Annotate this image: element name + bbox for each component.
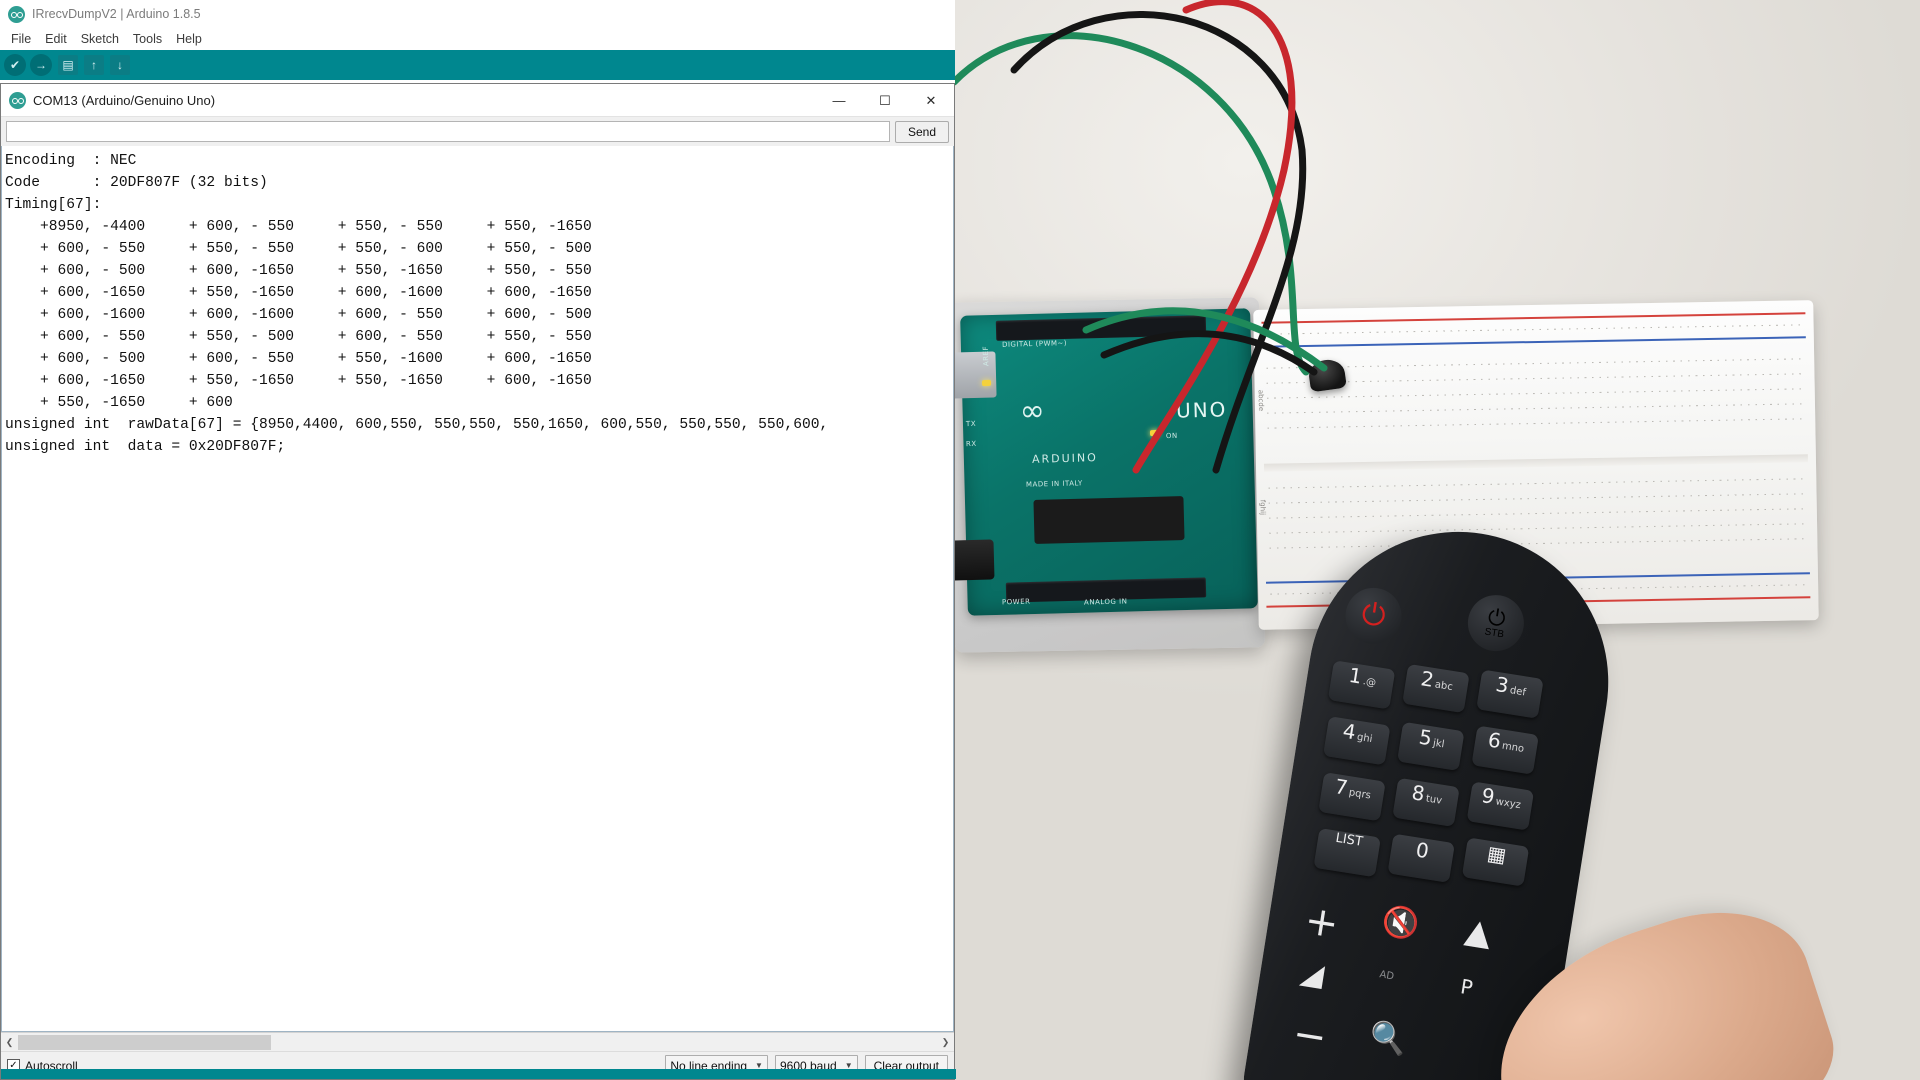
remote-key-8: 8 tuv <box>1392 777 1460 827</box>
digital-header-label: DIGITAL (PWM~) <box>1001 339 1068 349</box>
ide-titlebar: IRrecvDumpV2 | Arduino 1.8.5 <box>0 0 955 28</box>
tx-led <box>981 379 992 387</box>
menu-help[interactable]: Help <box>169 30 209 48</box>
search-icon: 🔍 <box>1367 1018 1410 1060</box>
remote-stb-button: ⏻ STB <box>1463 591 1528 656</box>
remote-key-9: 9 wxyz <box>1466 781 1535 831</box>
remote-key-7: 7 pqrs <box>1318 772 1386 822</box>
row-c <box>1266 388 1803 399</box>
arduino-logo-icon <box>8 5 25 23</box>
remote-key-1: 1 .@ <box>1327 660 1396 710</box>
serial-monitor-window: COM13 (Arduino/Genuino Uno) — ☐ ✕ Send E… <box>0 83 956 1080</box>
minimize-button[interactable]: — <box>816 84 862 117</box>
serial-send-input[interactable] <box>6 121 890 142</box>
new-sketch-button[interactable]: ▤ <box>58 55 78 75</box>
serial-monitor-title: COM13 (Arduino/Genuino Uno) <box>33 92 216 108</box>
rx-label: RX <box>965 439 977 449</box>
row-a <box>1266 358 1803 369</box>
remote-power-icon: ⏻ <box>1341 583 1406 648</box>
volume-slider-icon: ◢ <box>1298 955 1327 994</box>
remote-key-5: 5 jkl <box>1397 721 1465 772</box>
remote-key-0: 0 <box>1387 833 1455 883</box>
close-button[interactable]: ✕ <box>908 84 954 117</box>
analog-header-label: ANALOG IN <box>1083 597 1128 607</box>
scrollbar-track[interactable] <box>18 1033 937 1051</box>
verify-button[interactable]: ✔ <box>4 54 26 76</box>
chevron-left-icon[interactable]: ❮ <box>1 1034 18 1051</box>
remote-list-button: LIST <box>1313 828 1381 878</box>
menu-file[interactable]: File <box>4 30 38 48</box>
row-h <box>1268 508 1805 519</box>
made-in-label: MADE IN ITALY <box>1025 479 1083 489</box>
ide-window-title: IRrecvDumpV2 | Arduino 1.8.5 <box>32 7 201 21</box>
ad-label: AD <box>1378 969 1395 983</box>
chevron-right-icon[interactable]: ❯ <box>937 1034 954 1051</box>
row-b <box>1266 373 1803 384</box>
stb-power-icon: ⏻ <box>1486 603 1508 631</box>
board-model-label: UNO <box>1175 397 1228 423</box>
remote-key-3: 3 def <box>1476 669 1544 719</box>
row-i <box>1269 523 1806 534</box>
remote-key-6: 6 mno <box>1471 725 1539 775</box>
on-led <box>1149 429 1160 437</box>
row-e <box>1267 418 1804 429</box>
row-f <box>1268 478 1805 489</box>
breadboard-center-channel <box>1263 454 1808 472</box>
open-sketch-button[interactable]: ↑ <box>84 55 104 75</box>
window-controls: — ☐ ✕ <box>816 84 954 116</box>
rail-negative-top <box>1261 336 1806 348</box>
menu-tools[interactable]: Tools <box>126 30 169 48</box>
rail-positive-top <box>1261 312 1806 324</box>
maximize-button[interactable]: ☐ <box>862 84 908 117</box>
on-led-label: ON <box>1165 431 1178 441</box>
horizontal-scrollbar[interactable]: ❮ ❯ <box>1 1032 954 1051</box>
aref-label: AREF <box>981 345 991 367</box>
rail-holes-top <box>1265 324 1802 335</box>
menu-edit[interactable]: Edit <box>38 30 74 48</box>
upload-button[interactable]: → <box>30 54 52 76</box>
tx-label: TX <box>965 419 977 429</box>
usb-connector <box>954 351 997 399</box>
scrollbar-thumb[interactable] <box>18 1034 271 1050</box>
arduino-logo-icon <box>9 91 26 109</box>
volume-up-icon: + <box>1301 897 1342 948</box>
ide-toolbar: ✔ → ▤ ↑ ↓ <box>0 50 955 80</box>
row-g <box>1268 493 1805 504</box>
mute-icon: 🔇 <box>1379 903 1422 944</box>
ide-menubar: File Edit Sketch Tools Help <box>0 28 955 50</box>
atmega-chip <box>1033 496 1185 544</box>
send-button[interactable]: Send <box>895 120 949 143</box>
channel-up-icon: ▲ <box>1462 910 1495 954</box>
channel-label: P <box>1458 974 1475 1000</box>
breadboard-letters-top: abcde <box>1256 389 1266 412</box>
menu-sketch[interactable]: Sketch <box>74 30 126 48</box>
power-header-label: POWER <box>1001 597 1031 607</box>
breadboard-letters-bottom: fghij <box>1258 499 1267 516</box>
serial-monitor-titlebar[interactable]: COM13 (Arduino/Genuino Uno) — ☐ ✕ <box>1 84 954 117</box>
power-jack <box>954 539 995 581</box>
remote-guide-button: ▦ <box>1461 837 1530 887</box>
volume-down-icon: − <box>1289 1010 1330 1062</box>
workbench-photo: ∞ UNO ARDUINO MADE IN ITALY DIGITAL (PWM… <box>954 0 1920 1080</box>
row-j <box>1269 538 1806 549</box>
save-sketch-button[interactable]: ↓ <box>110 55 130 75</box>
row-d <box>1267 403 1803 414</box>
remote-key-2: 2 abc <box>1402 663 1470 714</box>
serial-output-text: Encoding : NEC Code : 20DF807F (32 bits)… <box>5 153 829 455</box>
arduino-infinity-logo: ∞ <box>1019 393 1047 429</box>
arduino-board <box>960 308 1258 616</box>
ide-status-strip <box>1 1069 956 1079</box>
serial-output-area[interactable]: Encoding : NEC Code : 20DF807F (32 bits)… <box>1 146 954 1032</box>
stb-label: STB <box>1483 625 1505 640</box>
remote-key-4: 4 ghi <box>1323 716 1391 766</box>
arduino-ide-window: IRrecvDumpV2 | Arduino 1.8.5 File Edit S… <box>0 0 956 1080</box>
serial-input-row: Send <box>1 117 954 146</box>
board-brand-label: ARDUINO <box>1031 451 1098 466</box>
